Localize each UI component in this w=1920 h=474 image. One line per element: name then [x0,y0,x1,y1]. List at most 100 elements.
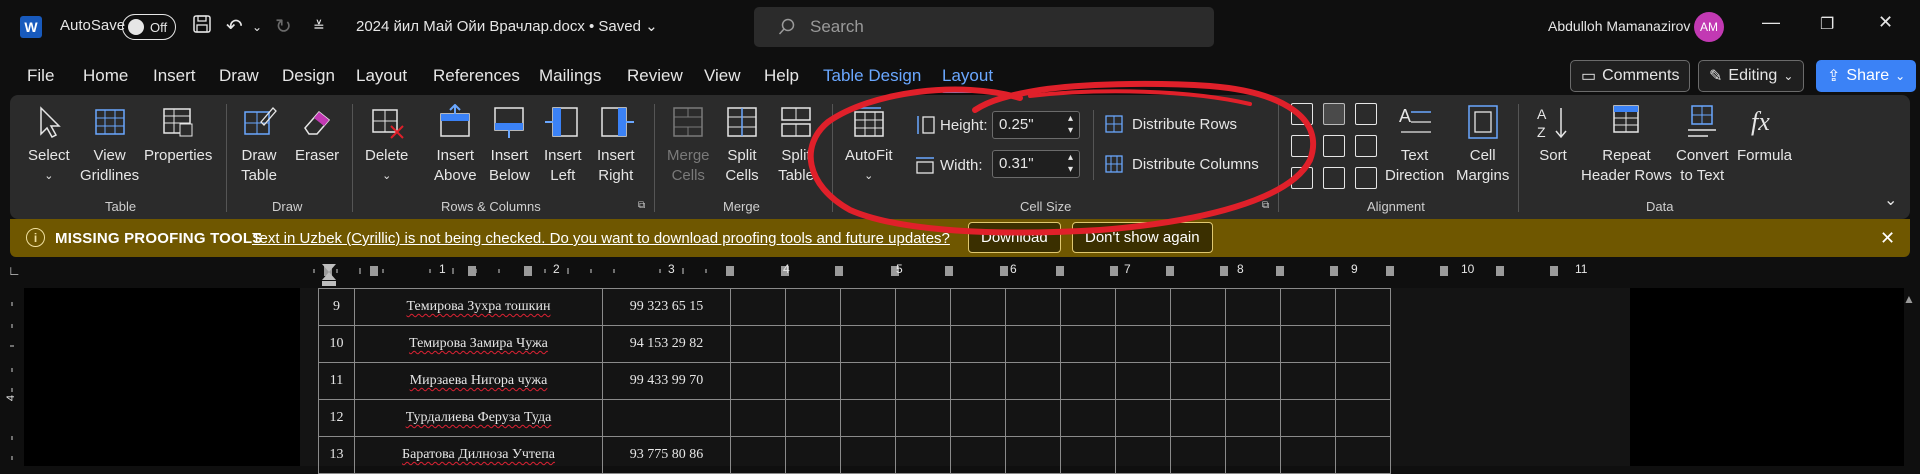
empty-cell[interactable] [1225,325,1281,363]
tab-view[interactable]: View [704,66,741,86]
formula-button[interactable]: fx Formula [1737,104,1792,166]
empty-cell[interactable] [1225,436,1281,474]
empty-cell[interactable] [950,436,1006,474]
save-icon[interactable] [192,14,212,40]
select-button[interactable]: Select ⌄ [28,104,70,186]
empty-cell[interactable] [1170,325,1226,363]
align-center-left-icon[interactable] [1291,135,1313,157]
empty-cell[interactable] [1335,288,1391,326]
insert-above-button[interactable]: Insert Above [434,104,477,186]
scroll-up-icon[interactable]: ▲ [1903,292,1915,306]
empty-cell[interactable] [1280,362,1336,400]
empty-cell[interactable] [1280,436,1336,474]
tab-review[interactable]: Review [627,66,683,86]
empty-cell[interactable] [1005,325,1061,363]
empty-cell[interactable] [950,362,1006,400]
draw-table-button[interactable]: Draw Table [241,104,277,186]
empty-cell[interactable] [895,399,951,437]
phone-cell[interactable]: 93 775 80 86 [602,436,731,474]
phone-cell[interactable]: 99 433 99 70 [602,362,731,400]
width-stepper[interactable]: 0.31" [992,150,1080,178]
tab-draw[interactable]: Draw [219,66,259,86]
table-row[interactable]: 11 Мирзаева Нигора чужа 99 433 99 70 [318,362,1391,400]
tab-home[interactable]: Home [83,66,128,86]
empty-cell[interactable] [1170,436,1226,474]
name-cell[interactable]: Темирова Зухра тошкин [354,288,603,326]
tab-insert[interactable]: Insert [153,66,196,86]
merge-cells-button[interactable]: Merge Cells [667,104,710,186]
row-number-cell[interactable]: 12 [318,399,355,437]
empty-cell[interactable] [785,288,841,326]
row-number-cell[interactable]: 10 [318,325,355,363]
empty-cell[interactable] [950,288,1006,326]
empty-cell[interactable] [730,288,786,326]
empty-cell[interactable] [1005,436,1061,474]
empty-cell[interactable] [1225,288,1281,326]
restore-icon[interactable]: ❐ [1820,14,1834,34]
phone-cell[interactable]: 94 153 29 82 [602,325,731,363]
align-bottom-center-icon[interactable] [1323,167,1345,189]
empty-cell[interactable] [1060,288,1116,326]
empty-cell[interactable] [1005,288,1061,326]
empty-cell[interactable] [1115,288,1171,326]
name-cell[interactable]: Турдалиева Феруза Туда [354,399,603,437]
insert-left-button[interactable]: Insert Left [544,104,582,186]
tab-layout[interactable]: Layout [356,66,407,86]
distribute-rows-button[interactable]: Distribute Rows [1104,114,1237,134]
align-top-center-icon[interactable] [1323,103,1345,125]
view-gridlines-button[interactable]: View Gridlines [80,104,139,186]
table-row[interactable]: 10 Темирова Замира Чужа 94 153 29 82 [318,325,1391,363]
empty-cell[interactable] [895,362,951,400]
tab-help[interactable]: Help [764,66,799,86]
empty-cell[interactable] [1005,399,1061,437]
minimize-icon[interactable]: — [1762,12,1780,33]
horizontal-ruler[interactable] [300,264,1600,278]
empty-cell[interactable] [1170,399,1226,437]
message-link[interactable]: Text in Uzbek (Cyrillic) is not being ch… [252,230,950,247]
empty-cell[interactable] [1060,436,1116,474]
empty-cell[interactable] [730,362,786,400]
empty-cell[interactable] [895,288,951,326]
empty-cell[interactable] [1225,399,1281,437]
empty-cell[interactable] [730,436,786,474]
user-name[interactable]: Abdulloh Mamanazirov [1548,18,1690,34]
empty-cell[interactable] [1225,362,1281,400]
align-bottom-right-icon[interactable] [1355,167,1377,189]
phone-cell[interactable] [602,399,731,437]
empty-cell[interactable] [1170,362,1226,400]
eraser-button[interactable]: Eraser [295,104,339,166]
empty-cell[interactable] [840,436,896,474]
insert-below-button[interactable]: Insert Below [489,104,530,186]
align-center-icon[interactable] [1323,135,1345,157]
delete-button[interactable]: Delete ⌄ [365,104,408,186]
empty-cell[interactable] [1115,325,1171,363]
customize-toolbar-icon[interactable]: ≚ [313,18,325,35]
empty-cell[interactable] [895,436,951,474]
split-cells-button[interactable]: Split Cells [724,104,760,186]
search-box[interactable]: Search [754,7,1214,47]
repeat-header-rows-button[interactable]: Repeat Header Rows [1581,104,1672,186]
indent-marker-icon[interactable] [318,262,340,288]
properties-button[interactable]: Properties [144,104,212,166]
sort-button[interactable]: AZ Sort [1535,104,1571,166]
empty-cell[interactable] [730,399,786,437]
empty-cell[interactable] [840,325,896,363]
align-center-right-icon[interactable] [1355,135,1377,157]
autosave-toggle[interactable]: Off [122,14,176,40]
row-number-cell[interactable]: 11 [318,362,355,400]
name-cell[interactable]: Темирова Замира Чужа [354,325,603,363]
cell-margins-button[interactable]: Cell Margins [1456,104,1509,186]
empty-cell[interactable] [785,436,841,474]
text-direction-button[interactable]: A Text Direction [1385,104,1444,186]
empty-cell[interactable] [1115,399,1171,437]
empty-cell[interactable] [785,399,841,437]
phone-cell[interactable]: 99 323 65 15 [602,288,731,326]
dialog-launcher-icon[interactable]: ⧉ [1262,200,1269,211]
empty-cell[interactable] [1280,325,1336,363]
close-message-icon[interactable]: ✕ [1880,228,1895,249]
share-button[interactable]: ⇪ Share ⌄ [1816,60,1917,92]
row-number-cell[interactable]: 9 [318,288,355,326]
empty-cell[interactable] [950,399,1006,437]
download-button[interactable]: Download [968,222,1061,253]
name-cell[interactable]: Мирзаева Нигора чужа [354,362,603,400]
